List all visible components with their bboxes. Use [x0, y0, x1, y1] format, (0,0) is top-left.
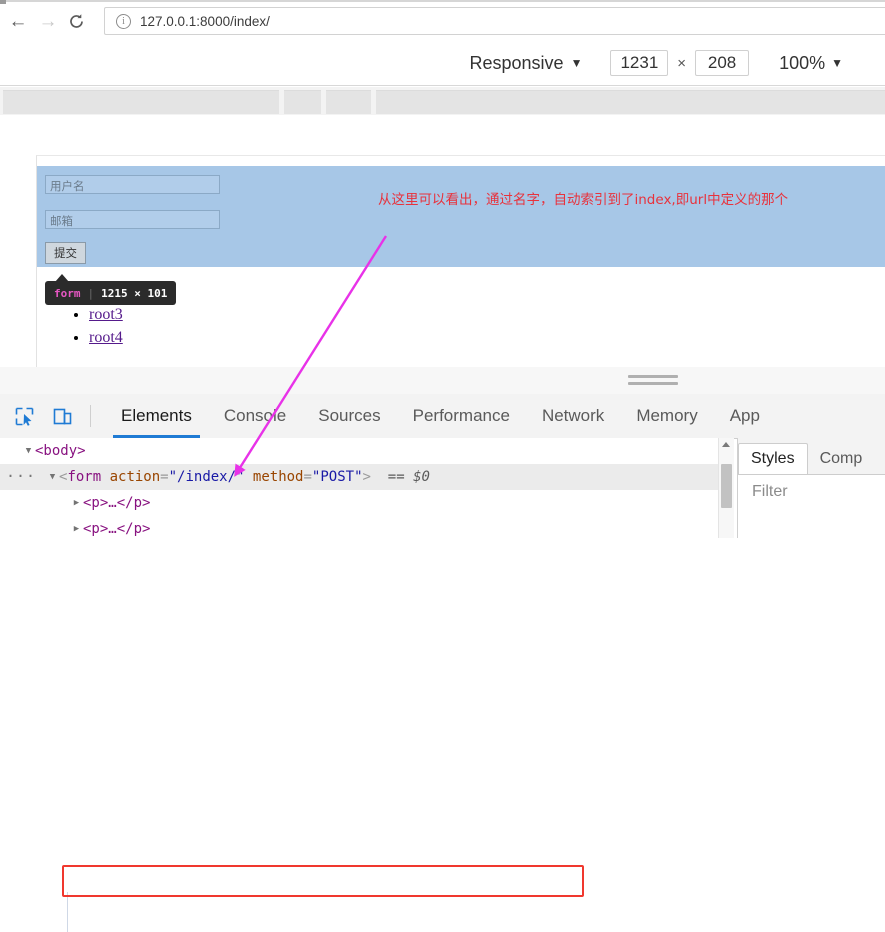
devtools-tab-list: Elements Console Sources Performance Net… — [105, 394, 776, 438]
back-arrow-icon: ← — [8, 10, 28, 32]
dom-equals: = — [303, 469, 312, 485]
browser-chrome: ← → i 127.0.0.1:8000/index/ — [0, 0, 885, 41]
device-emulation-toolbar: Responsive ▼ 1231 × 208 100% ▼ — [0, 41, 885, 86]
inspect-cursor-icon — [15, 407, 34, 426]
root4-link[interactable]: root4 — [89, 329, 123, 346]
grip-bar — [628, 375, 678, 378]
chevron-down-icon: ▼ — [570, 56, 583, 70]
zoom-level-label: 100% — [779, 52, 826, 73]
address-bar[interactable]: i 127.0.0.1:8000/index/ — [104, 7, 885, 35]
device-preset-dropdown[interactable]: Responsive ▼ — [470, 53, 583, 74]
scroll-up-arrow-icon[interactable] — [722, 442, 730, 447]
dom-attr-action-value[interactable]: "/index/" — [169, 469, 245, 485]
device-toolbar-icon — [53, 408, 72, 424]
expand-triangle-icon[interactable]: ▼ — [46, 472, 59, 482]
reload-button[interactable] — [64, 9, 88, 33]
dom-node-p-2[interactable]: ▶ <p>…</p> — [0, 516, 723, 538]
highlight-annotation-box — [62, 865, 584, 897]
viewport-ruler — [0, 87, 885, 115]
expand-triangle-icon[interactable]: ▼ — [22, 446, 35, 456]
inspect-element-button[interactable] — [11, 403, 38, 430]
dimension-separator: × — [677, 54, 687, 72]
dom-punct: > — [362, 469, 371, 485]
tab-strip-stub — [0, 0, 6, 4]
badge-separator: | — [87, 286, 95, 300]
tab-console[interactable]: Console — [208, 394, 302, 438]
dom-punct: < — [59, 469, 68, 485]
dom-node-body-label: <body> — [35, 443, 86, 459]
list-mask — [73, 274, 133, 279]
dom-node-form[interactable]: ··· ▼ < form action = "/index/" method = "POS… — [0, 464, 723, 490]
username-input[interactable]: 用户名 — [45, 175, 220, 194]
dom-node-p-1[interactable]: ▶ <p>…</p> — [0, 490, 723, 516]
dom-tag-form: form — [67, 469, 102, 485]
submit-button[interactable]: 提交 — [45, 242, 86, 264]
badge-dimensions: 1215 × 101 — [101, 286, 168, 300]
dom-selected-ref: $0 — [413, 469, 430, 485]
dom-node-p-label: <p>…</p> — [83, 495, 151, 511]
page-viewport: 用户名 邮箱 提交 root2 root3 root4 form | 1215 … — [36, 155, 885, 368]
toggle-device-toolbar-button[interactable] — [49, 403, 76, 430]
tab-application[interactable]: App — [714, 394, 776, 438]
styles-tabbar: Styles Comp — [738, 438, 885, 475]
devtools-splitter[interactable] — [0, 367, 885, 395]
scrollbar-thumb[interactable] — [721, 464, 732, 508]
dom-tree-scrollbar[interactable] — [718, 438, 734, 538]
tab-computed[interactable]: Comp — [808, 444, 875, 474]
dom-node-body[interactable]: ▼ <body> — [0, 438, 723, 464]
tab-memory[interactable]: Memory — [620, 394, 713, 438]
element-inspect-badge: form | 1215 × 101 — [45, 281, 177, 305]
tab-sources[interactable]: Sources — [302, 394, 396, 438]
dom-attr-action[interactable]: action — [110, 469, 161, 485]
styles-sidebar: Styles Comp Filter — [737, 438, 885, 538]
viewport-width-input[interactable]: 1231 — [610, 50, 669, 76]
ruler-segment — [376, 90, 885, 114]
grip-bar — [628, 382, 678, 385]
tree-indent-guide — [67, 892, 68, 932]
forward-button[interactable]: → — [36, 9, 60, 33]
dom-attr-method-value[interactable]: "POST" — [312, 469, 363, 485]
window-top-edge — [0, 0, 885, 2]
tab-performance[interactable]: Performance — [397, 394, 526, 438]
viewport-height-input[interactable]: 208 — [695, 50, 750, 76]
dom-equals: = — [160, 469, 169, 485]
collapse-triangle-icon[interactable]: ▶ — [70, 524, 83, 534]
reload-icon — [69, 13, 83, 28]
tab-elements[interactable]: Elements — [105, 394, 208, 438]
root3-link[interactable]: root3 — [89, 306, 123, 323]
splitter-grip-icon[interactable] — [628, 375, 678, 385]
forward-arrow-icon: → — [38, 10, 58, 32]
toolbar-divider — [90, 405, 91, 427]
zoom-dropdown[interactable]: 100% ▼ — [779, 53, 843, 74]
dom-selected-eq: == — [387, 469, 405, 485]
dom-attr-method[interactable]: method — [253, 469, 304, 485]
back-button[interactable]: ← — [6, 9, 30, 33]
highlighted-form-element[interactable]: 用户名 邮箱 提交 — [37, 166, 885, 267]
tab-styles[interactable]: Styles — [738, 443, 808, 474]
chevron-down-icon: ▼ — [831, 56, 843, 70]
ruler-segment — [3, 90, 279, 114]
tab-network[interactable]: Network — [526, 394, 620, 438]
site-info-icon[interactable]: i — [116, 13, 131, 29]
dom-tree: ▼ <body> ··· ▼ < form action = "/index/" me… — [0, 438, 723, 538]
styles-filter-input[interactable]: Filter — [738, 475, 885, 509]
ruler-segment — [284, 90, 321, 114]
node-more-options-icon[interactable]: ··· — [6, 469, 36, 484]
collapse-triangle-icon[interactable]: ▶ — [70, 498, 83, 508]
dom-node-p-label: <p>…</p> — [83, 521, 151, 537]
address-bar-url: 127.0.0.1:8000/index/ — [140, 13, 270, 29]
email-input[interactable]: 邮箱 — [45, 210, 220, 229]
devtools-panel: Elements Console Sources Performance Net… — [0, 394, 885, 932]
list-item: root3 — [89, 303, 123, 326]
list-item: root4 — [89, 326, 123, 349]
device-preset-label: Responsive — [469, 52, 564, 73]
ruler-segment — [326, 90, 371, 114]
badge-tag-name: form — [54, 286, 81, 300]
devtools-tabbar: Elements Console Sources Performance Net… — [0, 394, 885, 439]
